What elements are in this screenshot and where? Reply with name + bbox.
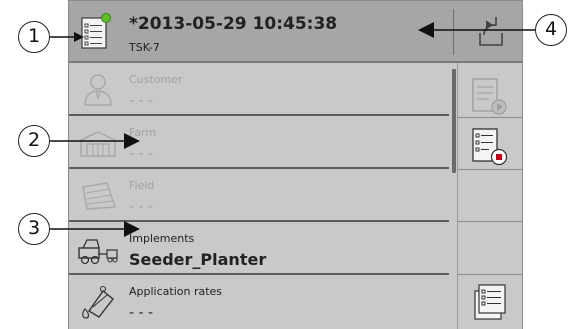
farm-icon [80, 131, 116, 157]
status-dot [101, 13, 111, 23]
application-rates-label: Application rates [129, 285, 223, 298]
sidebar-divider-1 [457, 117, 522, 118]
task-id: TSK-7 [129, 41, 160, 54]
back-arrow-icon [479, 17, 503, 46]
customer-label: Customer [129, 73, 183, 86]
sidebar-divider-2 [457, 169, 522, 170]
field-icon [82, 182, 116, 210]
callout-3: 3 [18, 213, 50, 245]
task-list-icon [474, 284, 506, 320]
task-start-icon [472, 78, 507, 115]
row-customer[interactable]: Customer - - - [69, 63, 449, 116]
farm-label: Farm [129, 126, 157, 139]
application-rates-value: - - - [129, 305, 154, 321]
row-application-rates[interactable]: Application rates - - - [69, 275, 449, 328]
field-label: Field [129, 179, 155, 192]
task-name: *2013-05-29 10:45:38 [129, 14, 338, 34]
back-button[interactable] [466, 11, 514, 53]
task-list-button[interactable] [465, 279, 515, 327]
implements-label: Implements [129, 232, 195, 245]
task-stop-icon [472, 128, 508, 166]
start-task-button[interactable] [465, 73, 515, 121]
implements-value: Seeder_Planter [129, 250, 267, 269]
callout-1: 1 [18, 21, 50, 53]
task-details-list: Customer - - - Farm - - - Field - - - Im… [69, 63, 449, 329]
sidebar-divider-3 [457, 221, 522, 222]
header-divider [453, 9, 454, 55]
application-rates-icon [82, 285, 114, 319]
sidebar-divider-4 [457, 274, 522, 275]
customer-value: - - - [129, 93, 154, 109]
task-document-icon [81, 13, 111, 49]
sidebar-separator [457, 63, 458, 329]
task-screen: *2013-05-29 10:45:38 TSK-7 Customer - - … [68, 0, 523, 329]
row-field[interactable]: Field - - - [69, 169, 449, 222]
row-implements[interactable]: Implements Seeder_Planter [69, 222, 449, 275]
task-header: *2013-05-29 10:45:38 TSK-7 [69, 1, 522, 63]
callout-2: 2 [18, 125, 50, 157]
callout-4: 4 [535, 14, 567, 46]
row-farm[interactable]: Farm - - - [69, 116, 449, 169]
implement-icon [78, 239, 118, 265]
list-scrollbar[interactable] [452, 69, 456, 173]
field-value: - - - [129, 199, 154, 215]
customer-icon [84, 74, 112, 106]
stop-task-button[interactable] [465, 123, 515, 171]
farm-value: - - - [129, 146, 154, 162]
